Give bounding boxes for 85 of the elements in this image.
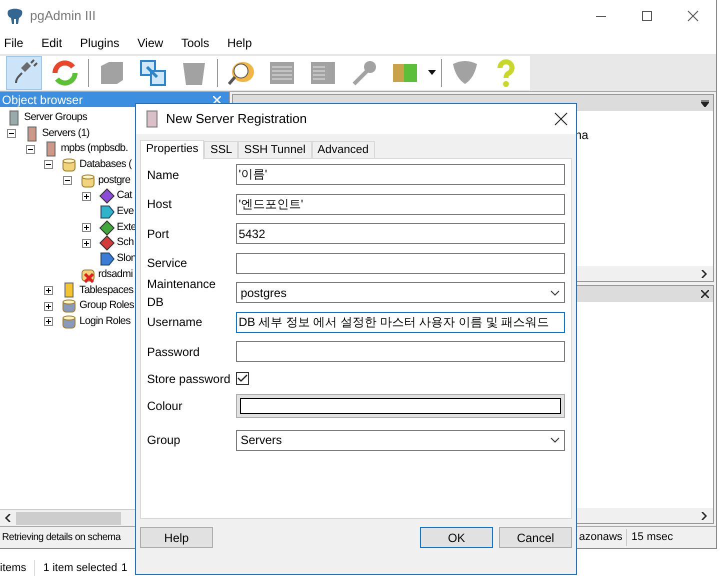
menu-item[interactable]: Plugins xyxy=(79,34,120,52)
menu-item[interactable]: Edit xyxy=(40,34,64,52)
menu-item[interactable]: Help xyxy=(226,34,253,52)
status-text: 1 xyxy=(121,560,128,576)
field-label: Maintenance DB xyxy=(147,276,217,311)
field-label: Name xyxy=(147,166,180,184)
expand-icon[interactable] xyxy=(44,317,54,326)
scroll-right-icon[interactable] xyxy=(701,270,707,278)
text-field[interactable]: '이름' xyxy=(236,164,565,186)
colour-button[interactable] xyxy=(236,394,565,418)
database-icon xyxy=(61,156,78,173)
tree-item[interactable]: Databases ( xyxy=(79,157,132,173)
collapse-icon[interactable] xyxy=(44,160,54,170)
field-label: Colour xyxy=(147,398,184,414)
help-button[interactable]: Help xyxy=(140,527,213,548)
elephant-icon xyxy=(6,7,24,25)
menu-item[interactable]: View xyxy=(136,34,164,52)
tab[interactable]: SSH Tunnel xyxy=(238,141,312,158)
field-label: Host xyxy=(147,196,173,214)
toolbar-button[interactable] xyxy=(6,56,42,90)
expand-icon[interactable] xyxy=(44,286,54,295)
text-field[interactable]: DB 세부 정보 에서 설정한 마스터 사용자 이름 및 패스워드 xyxy=(236,312,565,333)
chevron-down-icon xyxy=(550,437,560,444)
menu-item[interactable]: File xyxy=(3,34,24,52)
tree-item[interactable]: Servers (1) xyxy=(42,126,90,142)
dropdown-field[interactable]: postgres xyxy=(236,282,565,304)
menu-item[interactable]: Tools xyxy=(180,34,210,52)
field-label: Group xyxy=(147,432,182,450)
copy-icon xyxy=(138,58,168,88)
status-text: 15 msec xyxy=(630,530,673,546)
tree-item[interactable]: postgre xyxy=(98,172,130,188)
text-field[interactable] xyxy=(236,341,565,362)
expand-icon[interactable] xyxy=(82,192,91,201)
close-icon[interactable] xyxy=(701,290,709,298)
expand-icon[interactable] xyxy=(44,302,54,311)
field-label: Port xyxy=(147,226,170,243)
scrollbar-thumb[interactable] xyxy=(16,512,121,524)
caret-icon[interactable] xyxy=(428,70,436,76)
tab[interactable]: Advanced xyxy=(312,141,375,158)
tree-item[interactable]: rdsadmi xyxy=(98,266,133,283)
tab[interactable]: SSL xyxy=(204,141,238,158)
tree-item[interactable]: Sch xyxy=(116,235,134,252)
cancel-button[interactable]: Cancel xyxy=(499,527,572,548)
field-label: Service xyxy=(147,255,188,272)
panel-title: Object browser xyxy=(2,92,83,108)
text-field[interactable]: 5432 xyxy=(236,223,565,244)
expand-icon[interactable] xyxy=(82,223,91,232)
arrow-icon xyxy=(98,251,115,268)
collapse-icon[interactable] xyxy=(7,129,16,138)
checkbox[interactable] xyxy=(236,372,249,385)
diamond-icon xyxy=(98,235,115,252)
tree-item[interactable]: Eve xyxy=(116,204,134,220)
status-text: azonaws xyxy=(579,529,628,546)
tree-item[interactable]: Server Groups xyxy=(24,110,88,126)
text-field[interactable]: '엔드포인트' xyxy=(236,194,565,215)
tree-item[interactable]: Tablespaces xyxy=(79,282,134,298)
diamond-icon xyxy=(98,188,115,204)
database-icon xyxy=(80,172,96,189)
tree-item[interactable]: Cat xyxy=(116,188,132,204)
status-text: items xyxy=(0,560,36,576)
tree-item[interactable]: mpbs (mpbsdb. xyxy=(60,141,128,158)
field-label: Store password xyxy=(147,370,232,388)
tree-item[interactable]: Login Roles xyxy=(79,314,130,330)
collapse-icon[interactable] xyxy=(26,144,35,154)
dropdown-field[interactable]: Servers xyxy=(236,430,565,451)
dropdown-icon[interactable] xyxy=(701,100,709,106)
server-icon xyxy=(146,110,158,128)
collapse-icon[interactable] xyxy=(63,176,72,186)
close-icon[interactable] xyxy=(554,112,568,126)
tree-item[interactable]: Group Roles xyxy=(79,298,134,314)
status-text: Retrieving details on schema xyxy=(2,531,121,545)
refresh-icon xyxy=(50,58,80,88)
scroll-right-icon[interactable] xyxy=(701,512,707,520)
chevron-down-icon xyxy=(550,290,560,296)
tab[interactable]: Properties xyxy=(140,140,204,159)
dialog-title: New Server Registration xyxy=(166,110,307,128)
field-label: Password xyxy=(147,344,201,361)
arrow-icon xyxy=(98,204,115,220)
field-label: Username xyxy=(147,314,204,332)
ok-button[interactable]: OK xyxy=(420,527,493,548)
status-text: 1 item selected xyxy=(43,560,118,576)
text-field[interactable] xyxy=(236,252,565,274)
expand-icon[interactable] xyxy=(82,238,91,248)
window-title: pgAdmin III xyxy=(30,7,96,26)
database-error-icon xyxy=(80,266,96,283)
